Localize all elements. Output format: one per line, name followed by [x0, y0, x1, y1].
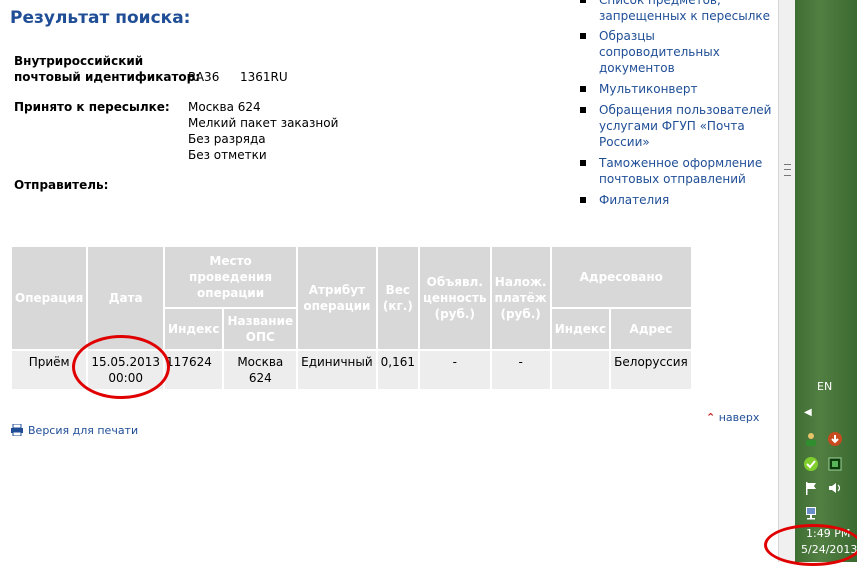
action-center-flag-icon[interactable] — [804, 480, 818, 495]
annotation-circle-clock — [764, 524, 857, 566]
col-attribute: Атрибут операции — [298, 247, 376, 349]
col-addressed: Адресовано — [551, 247, 691, 307]
cell-addr-index — [551, 351, 610, 389]
col-weight: Вес (кг.) — [377, 247, 419, 349]
accepted-line-4: Без отметки — [188, 148, 267, 162]
cell-addr-address: Белоруссия — [611, 351, 691, 389]
show-hidden-icons-icon[interactable]: ◀ — [804, 407, 812, 418]
taskbar: EN ◀ 1:49 PM 5/24/2013 — [795, 0, 857, 562]
col-declared-value: Объявл. ценность (руб.) — [420, 247, 490, 349]
vertical-scrollbar[interactable] — [778, 0, 796, 562]
download-tray-icon[interactable] — [828, 431, 842, 446]
link-multienvelope[interactable]: Мультиконверт — [599, 81, 779, 97]
accepted-label: Принято к пересылке: — [14, 100, 170, 114]
cell-declared-value: - — [420, 351, 490, 389]
link-user-appeals-line3[interactable]: России» — [599, 134, 779, 150]
link-philately[interactable]: Филателия — [599, 192, 779, 208]
id-value-1: RA36 — [188, 70, 220, 84]
link-prohibited-items[interactable]: Список предметов, — [599, 0, 779, 8]
web-page: Результат поиска: Внутрироссийский почто… — [0, 0, 778, 562]
link-prohibited-items-line2[interactable]: запрещенных к пересылке — [599, 8, 779, 24]
printer-icon — [10, 423, 24, 439]
id-label-line2: почтовый идентификатор: — [14, 70, 201, 84]
accepted-line-2: Мелкий пакет заказной — [188, 116, 339, 130]
col-place-index: Индекс — [165, 309, 223, 349]
link-sample-docs-line3[interactable]: документов — [599, 60, 779, 76]
page-title: Результат поиска: — [10, 8, 191, 28]
col-place: Место проведения операции — [165, 247, 297, 307]
user-tray-icon[interactable] — [804, 431, 818, 446]
cell-ops-name-line1: Москва — [237, 355, 284, 369]
col-operation: Операция — [12, 247, 87, 349]
cell-ops-name: Москва 624 — [224, 351, 297, 389]
cell-cod: - — [491, 351, 550, 389]
id-value-2: 1361RU — [240, 70, 288, 84]
col-date: Дата — [88, 247, 164, 349]
language-indicator[interactable]: EN — [817, 380, 832, 393]
bullet-icon — [580, 0, 586, 3]
bullet-icon — [580, 33, 586, 39]
cell-index: 117624 — [165, 351, 223, 389]
cell-attribute: Единичный — [298, 351, 376, 389]
link-user-appeals[interactable]: Обращения пользователей — [599, 102, 779, 118]
link-sample-docs-line2[interactable]: сопроводительных — [599, 44, 779, 60]
sender-label: Отправитель: — [14, 178, 109, 192]
network-icon[interactable] — [804, 505, 818, 520]
cell-ops-name-line2: 624 — [248, 371, 272, 385]
scroll-top-link[interactable]: ⌃ наверх — [706, 411, 759, 424]
scrollbar-grip-icon[interactable] — [784, 164, 791, 176]
id-label-line1: Внутрироссийский — [14, 54, 144, 68]
link-customs-line2[interactable]: почтовых отправлений — [599, 171, 779, 187]
scroll-top-label: наверх — [718, 411, 760, 424]
bullet-icon — [580, 86, 586, 92]
accepted-line-1: Москва 624 — [188, 100, 261, 114]
app-tray-icon[interactable] — [828, 456, 842, 471]
accepted-line-3: Без разряда — [188, 132, 266, 146]
link-user-appeals-line2[interactable]: услугами ФГУП «Почта — [599, 118, 779, 134]
cell-weight: 0,161 — [377, 351, 419, 389]
col-addr-index: Индекс — [551, 309, 610, 349]
bullet-icon — [580, 160, 586, 166]
bullet-icon — [580, 107, 586, 113]
link-sample-docs[interactable]: Образцы — [599, 28, 779, 44]
col-place-name: Название ОПС — [224, 309, 297, 349]
check-tray-icon[interactable] — [804, 456, 818, 471]
double-chevron-up-icon: ⌃ — [706, 411, 716, 424]
volume-icon[interactable] — [828, 480, 842, 494]
bullet-icon — [580, 197, 586, 203]
col-addr-address: Адрес — [611, 309, 691, 349]
print-version-link[interactable]: Версия для печати — [10, 423, 139, 439]
print-version-label: Версия для печати — [28, 424, 139, 437]
annotation-circle-date — [72, 335, 170, 399]
col-cod: Налож. платёж (руб.) — [491, 247, 550, 349]
link-customs[interactable]: Таможенное оформление — [599, 155, 779, 171]
